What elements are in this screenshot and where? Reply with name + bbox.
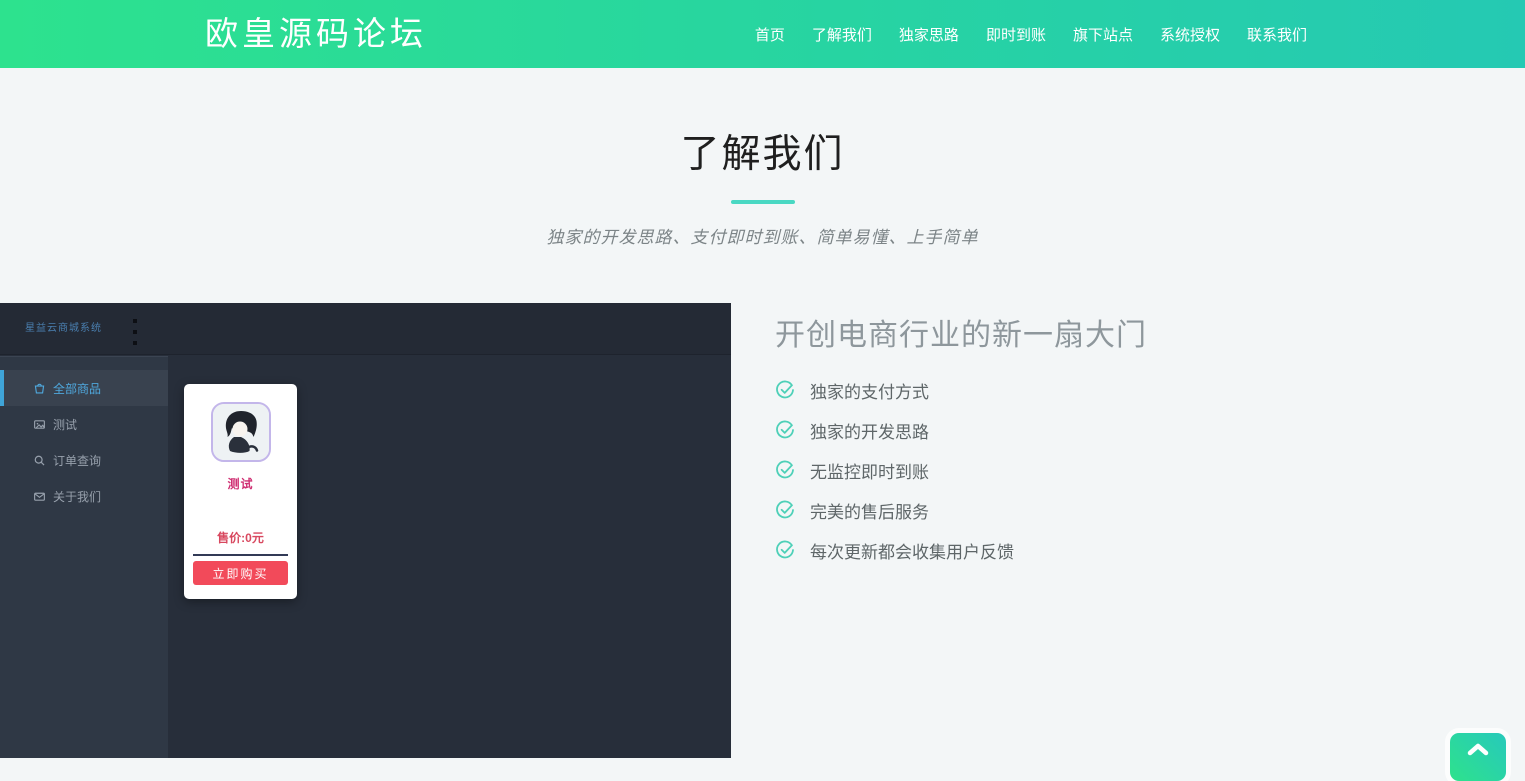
check-circle-icon [775, 540, 795, 560]
feature-item: 每次更新都会收集用户反馈 [775, 530, 1335, 570]
site-header: 欧皇源码论坛 首页 了解我们 独家思路 即时到账 旗下站点 系统授权 联系我们 [0, 0, 1525, 68]
demo-sidebar: 全部商品 测试 订单查询 关于我们 [0, 356, 168, 758]
feature-item: 无监控即时到账 [775, 450, 1335, 490]
feature-label: 独家的支付方式 [810, 378, 929, 403]
main-nav: 首页 了解我们 独家思路 即时到账 旗下站点 系统授权 联系我们 [755, 0, 1307, 68]
product-name: 测试 [184, 475, 297, 492]
check-circle-icon [775, 460, 795, 480]
feature-item: 独家的支付方式 [775, 370, 1335, 410]
check-circle-icon [775, 420, 795, 440]
nav-about[interactable]: 了解我们 [812, 24, 872, 45]
search-icon [33, 454, 46, 467]
feature-label: 每次更新都会收集用户反馈 [810, 538, 1014, 563]
sidebar-item-label: 关于我们 [53, 488, 101, 505]
sidebar-item-label: 测试 [53, 416, 77, 433]
features-section: 开创电商行业的新一扇大门 独家的支付方式 独家的开发思路 无监控即时到账 完美的… [775, 303, 1335, 570]
nav-sub-sites[interactable]: 旗下站点 [1073, 24, 1133, 45]
site-logo[interactable]: 欧皇源码论坛 [205, 0, 427, 68]
nav-contact[interactable]: 联系我们 [1247, 24, 1307, 45]
feature-item: 完美的售后服务 [775, 490, 1335, 530]
check-circle-icon [775, 500, 795, 520]
card-divider [193, 554, 288, 556]
goods-icon [33, 382, 46, 395]
sidebar-item-test[interactable]: 测试 [0, 406, 168, 442]
nav-instant-payment[interactable]: 即时到账 [986, 24, 1046, 45]
chevron-up-icon [1467, 741, 1489, 757]
demo-product-area: 测试 售价:0元 立即购买 [168, 356, 731, 758]
sidebar-item-all-goods[interactable]: 全部商品 [0, 370, 168, 406]
sidebar-item-label: 订单查询 [53, 452, 101, 469]
sidebar-item-about-us[interactable]: 关于我们 [0, 478, 168, 514]
mail-icon [33, 490, 46, 503]
demo-brand: 星益云商城系统 [25, 303, 102, 355]
page-title: 了解我们 [0, 123, 1525, 179]
feature-item: 独家的开发思路 [775, 410, 1335, 450]
sidebar-item-label: 全部商品 [53, 380, 101, 397]
nav-system-license[interactable]: 系统授权 [1160, 24, 1220, 45]
feature-label: 无监控即时到账 [810, 458, 929, 483]
feature-label: 独家的开发思路 [810, 418, 929, 443]
demo-topbar: 星益云商城系统 [0, 303, 731, 355]
kebab-menu-icon[interactable] [128, 319, 142, 345]
product-image [211, 402, 271, 462]
product-card: 测试 售价:0元 立即购买 [184, 384, 297, 599]
features-heading: 开创电商行业的新一扇大门 [775, 310, 1335, 354]
page-subtitle: 独家的开发思路、支付即时到账、简单易懂、上手简单 [0, 223, 1525, 248]
product-price: 售价:0元 [184, 529, 297, 546]
feature-label: 完美的售后服务 [810, 498, 929, 523]
features-list: 独家的支付方式 独家的开发思路 无监控即时到账 完美的售后服务 每次更新都会收集… [775, 370, 1335, 570]
buy-now-button[interactable]: 立即购买 [193, 561, 288, 585]
image-icon [33, 418, 46, 431]
back-to-top-button[interactable] [1450, 733, 1506, 781]
sidebar-item-order-query[interactable]: 订单查询 [0, 442, 168, 478]
about-section: 了解我们 独家的开发思路、支付即时到账、简单易懂、上手简单 [0, 68, 1525, 248]
title-underline [731, 200, 795, 204]
demo-screenshot-panel: 星益云商城系统 全部商品 测试 订单查询 关于我们 [0, 303, 731, 758]
nav-exclusive-ideas[interactable]: 独家思路 [899, 24, 959, 45]
check-circle-icon [775, 380, 795, 400]
nav-home[interactable]: 首页 [755, 24, 785, 45]
